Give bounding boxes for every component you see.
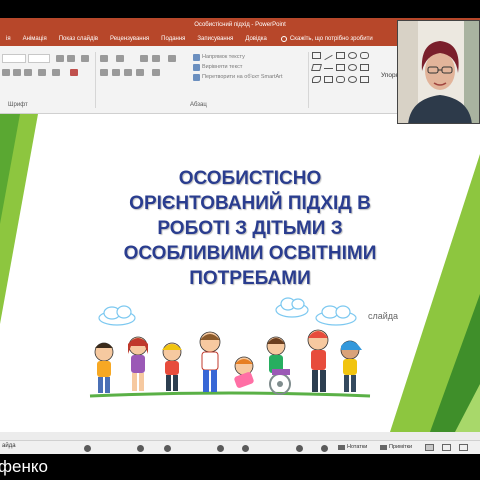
triangle-shape-icon[interactable] (311, 64, 322, 71)
slide-title-line: ОРІЄНТОВАНИЙ ПІДХІД В (129, 193, 371, 214)
align-text-label[interactable]: Вирівняти текст (202, 64, 242, 70)
bracket-shape-icon[interactable] (324, 76, 333, 83)
line-shape-icon[interactable] (324, 54, 333, 61)
participant-video (398, 21, 479, 123)
tab-recording[interactable]: Записування (191, 32, 239, 46)
char-spacing-icon[interactable] (38, 69, 46, 76)
slide-area: ОСОБИСТІСНО ОРІЄНТОВАНИЙ ПІДХІД В РОБОТІ… (0, 114, 480, 440)
font-group-label: Шрифт (8, 102, 28, 108)
decrease-indent-icon[interactable] (140, 55, 148, 62)
status-indicator-icon (242, 445, 249, 452)
slide-title[interactable]: ОСОБИСТІСНО ОРІЄНТОВАНИЙ ПІДХІД В РОБОТІ… (100, 166, 400, 291)
cloud-icon (98, 305, 136, 326)
status-indicator-icon (321, 445, 328, 452)
notes-icon (338, 444, 345, 450)
circle-shape-icon[interactable] (348, 64, 357, 71)
slide-title-line: РОБОТІ З ДІТЬМИ З (157, 218, 343, 239)
slide[interactable]: ОСОБИСТІСНО ОРІЄНТОВАНИЙ ПІДХІД В РОБОТІ… (0, 114, 480, 432)
font-name-box[interactable] (2, 54, 26, 63)
participant-name-bar: фенко (0, 454, 480, 480)
line-spacing-icon[interactable] (168, 55, 176, 62)
rectangle-shape-icon[interactable] (336, 52, 345, 59)
star-shape-icon[interactable] (360, 64, 369, 71)
tab-slideshow[interactable]: Показ слайдів (53, 32, 104, 46)
callout-shape-icon[interactable] (336, 64, 345, 71)
align-center-icon[interactable] (112, 69, 120, 76)
brace-shape-icon[interactable] (312, 76, 321, 83)
cloud-icon (275, 297, 309, 318)
normal-view-button[interactable] (425, 444, 434, 451)
slide-title-line: ОСОБЛИВИМИ ОСВІТНІМИ (123, 243, 377, 264)
status-bar: айда Нотатки Примітки (0, 440, 480, 454)
comments-label: Примітки (389, 444, 413, 450)
slide-counter-text: айда (2, 443, 16, 449)
oval-shape-icon[interactable] (348, 52, 357, 59)
slide-title-line: ПОТРЕБАМИ (189, 268, 311, 289)
status-indicator-icon (296, 445, 303, 452)
tab-view[interactable]: Подання (155, 32, 191, 46)
notes-label: Нотатки (347, 444, 368, 450)
more-shapes-icon[interactable] (360, 76, 369, 83)
italic-icon[interactable] (13, 69, 21, 76)
tab-partial[interactable]: ія (0, 32, 17, 46)
text-direction-icon[interactable] (193, 54, 200, 61)
notes-pane (0, 432, 480, 440)
status-indicator-icon (84, 445, 91, 452)
participant-name: фенко (0, 457, 48, 476)
tab-animation[interactable]: Анімація (17, 32, 53, 46)
separator (95, 52, 96, 108)
status-indicator-icon (164, 445, 171, 452)
numbering-icon[interactable] (116, 55, 124, 62)
clear-format-icon[interactable] (81, 55, 89, 62)
align-text-icon[interactable] (193, 64, 200, 71)
text-direction-label[interactable]: Напрямок тексту (202, 54, 245, 60)
font-color-icon[interactable] (70, 69, 78, 76)
webcam-video (397, 20, 480, 124)
shapes-gallery[interactable] (311, 52, 382, 96)
strikethrough-icon[interactable] (24, 69, 32, 76)
tell-me-text: Скажіть, що потрібно зробити (289, 36, 373, 42)
shrink-font-icon[interactable] (67, 55, 75, 62)
grass-line (89, 391, 371, 398)
grow-font-icon[interactable] (56, 55, 64, 62)
status-indicator-icon (137, 445, 144, 452)
status-indicator-icon (217, 445, 224, 452)
reading-view-button[interactable] (459, 444, 468, 451)
bullets-icon[interactable] (100, 55, 108, 62)
cloud-icon (315, 305, 357, 326)
arrow-shape-icon[interactable] (324, 68, 333, 69)
change-case-icon[interactable] (52, 69, 60, 76)
slide-sorter-view-button[interactable] (442, 444, 451, 451)
screen: Особистісний підхід - PowerPoint ія Анім… (0, 0, 480, 480)
tab-review[interactable]: Рецензування (104, 32, 155, 46)
separator (308, 52, 309, 108)
notes-button[interactable]: Нотатки (338, 444, 367, 450)
slide-side-text: слайда (368, 311, 399, 321)
bold-icon[interactable] (2, 69, 10, 76)
textbox-shape-icon[interactable] (312, 52, 321, 59)
columns-icon[interactable] (152, 69, 160, 76)
smartart-icon[interactable] (193, 74, 200, 81)
comments-button[interactable]: Примітки (380, 444, 412, 450)
convert-smartart-label[interactable]: Перетворити на об'єкт SmartArt (202, 74, 283, 80)
justify-icon[interactable] (136, 69, 144, 76)
comments-icon (380, 444, 387, 450)
tab-help[interactable]: Довідка (239, 32, 273, 46)
font-size-box[interactable] (28, 54, 50, 63)
align-right-icon[interactable] (124, 69, 132, 76)
slide-title-line: ОСОБИСТІСНО (178, 168, 322, 189)
rounded-rect-shape-icon[interactable] (360, 52, 369, 59)
children-illustration (94, 329, 362, 395)
paragraph-group-label: Абзац (190, 102, 207, 108)
align-left-icon[interactable] (100, 69, 108, 76)
curve-shape-icon[interactable] (336, 76, 345, 83)
tell-me-box[interactable]: Скажіть, що потрібно зробити (280, 36, 373, 42)
smile-shape-icon[interactable] (348, 76, 357, 83)
lightbulb-icon (280, 36, 287, 42)
increase-indent-icon[interactable] (152, 55, 160, 62)
